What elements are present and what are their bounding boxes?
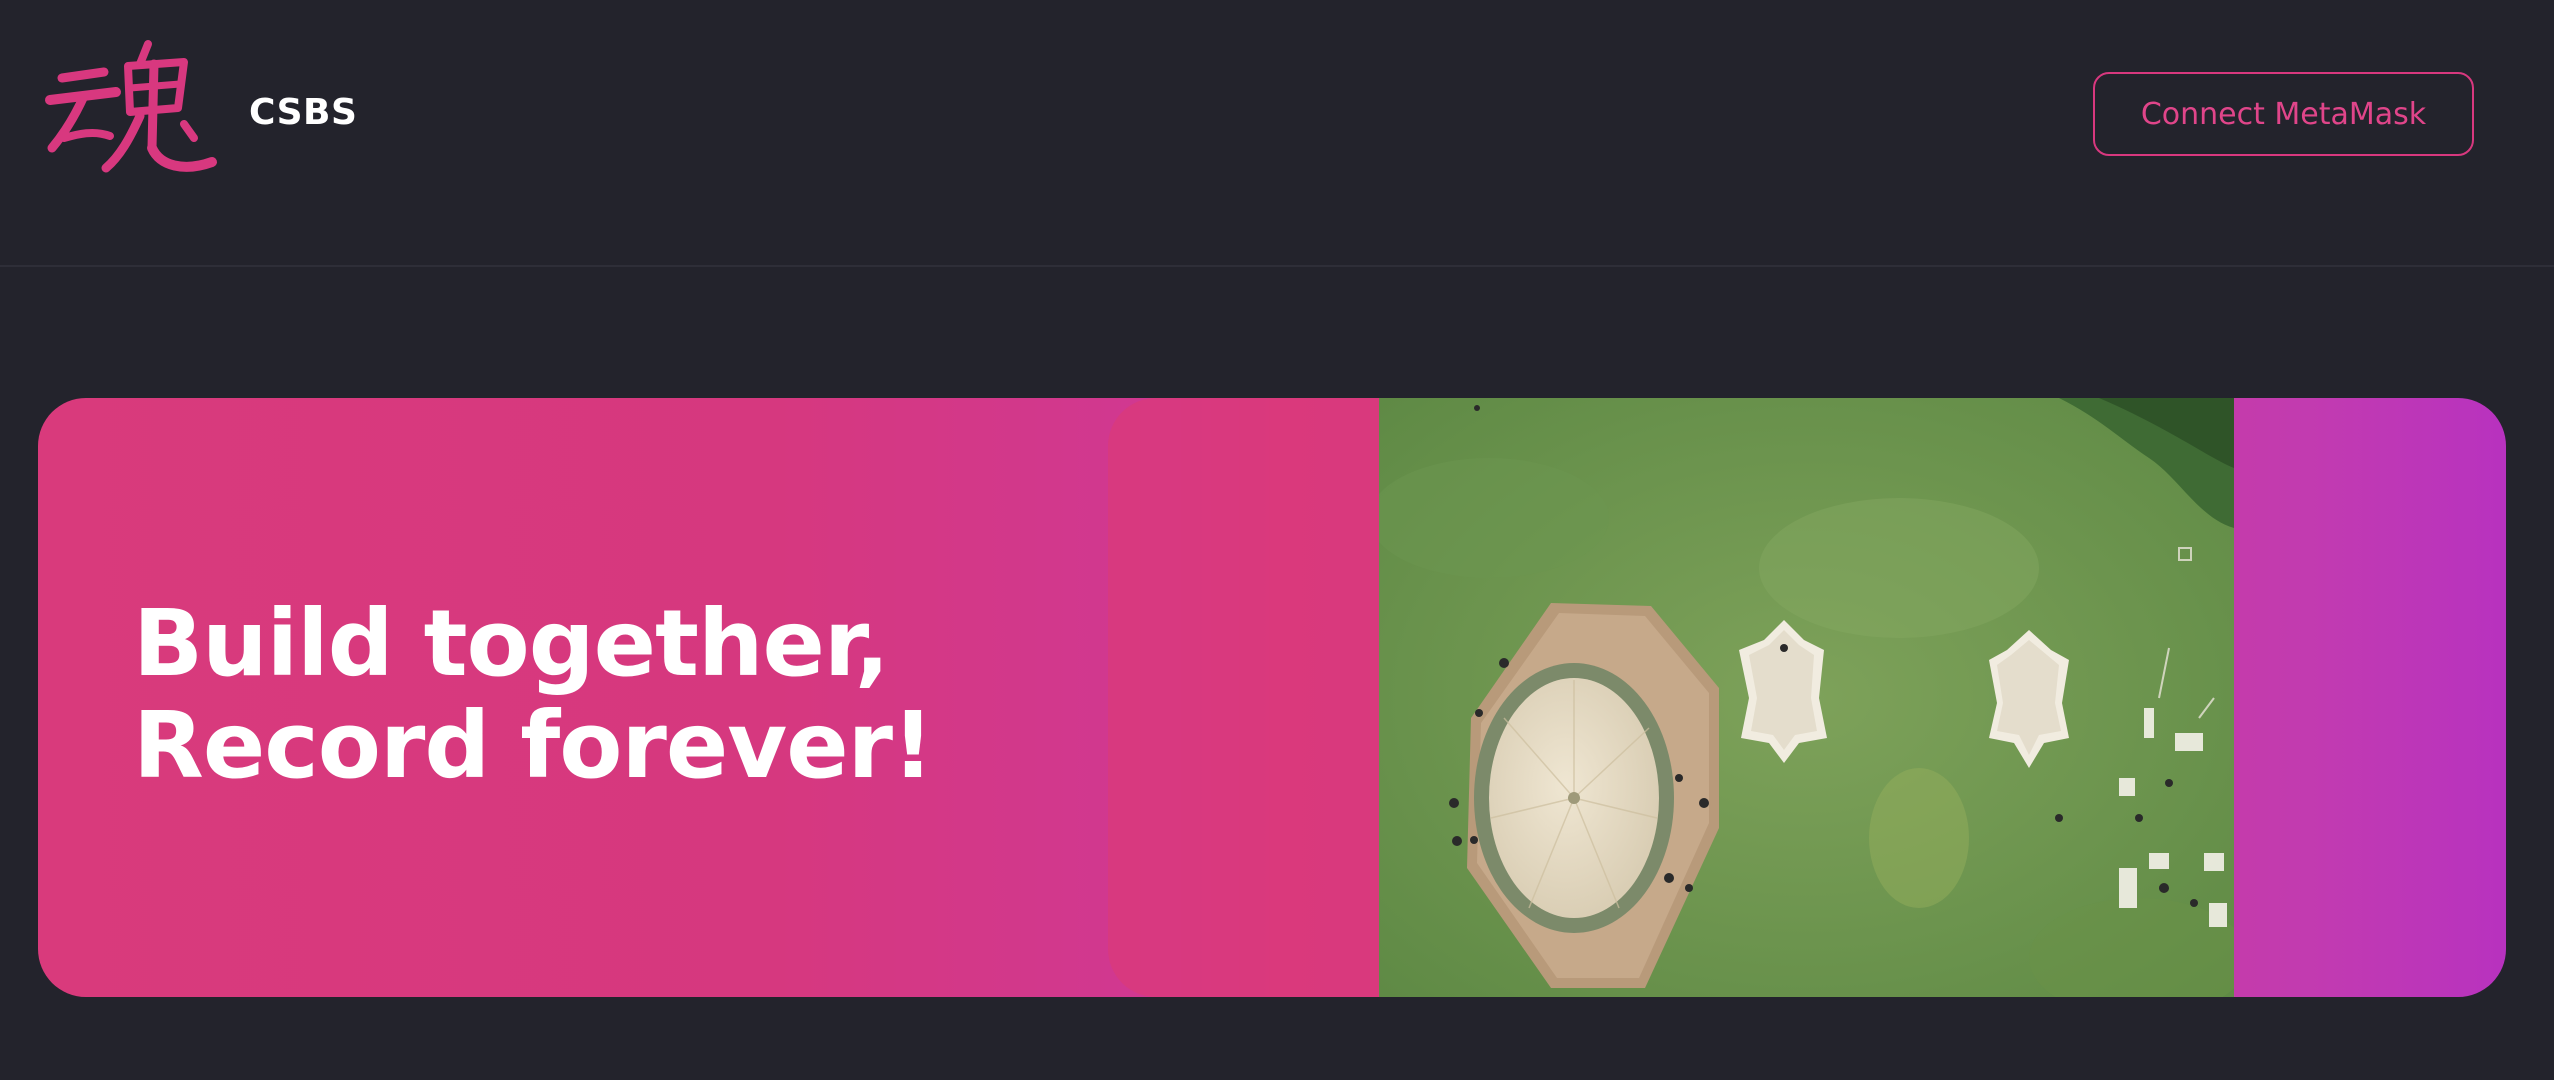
calligraphy-logo-icon[interactable] <box>44 38 224 183</box>
hero-title: Build together, Record forever! <box>133 590 934 799</box>
connect-metamask-button[interactable]: Connect MetaMask <box>2093 72 2474 156</box>
hero-title-line-1: Build together, <box>133 590 890 697</box>
top-header: CSBS Connect MetaMask <box>0 0 2554 267</box>
hero-title-line-2: Record forever! <box>133 692 934 799</box>
brand-name[interactable]: CSBS <box>249 92 357 133</box>
aerial-tents-photo <box>1379 398 2234 997</box>
hero-banner: Build together, Record forever! <box>38 398 2506 997</box>
hero-gradient-panel <box>1108 398 1418 997</box>
